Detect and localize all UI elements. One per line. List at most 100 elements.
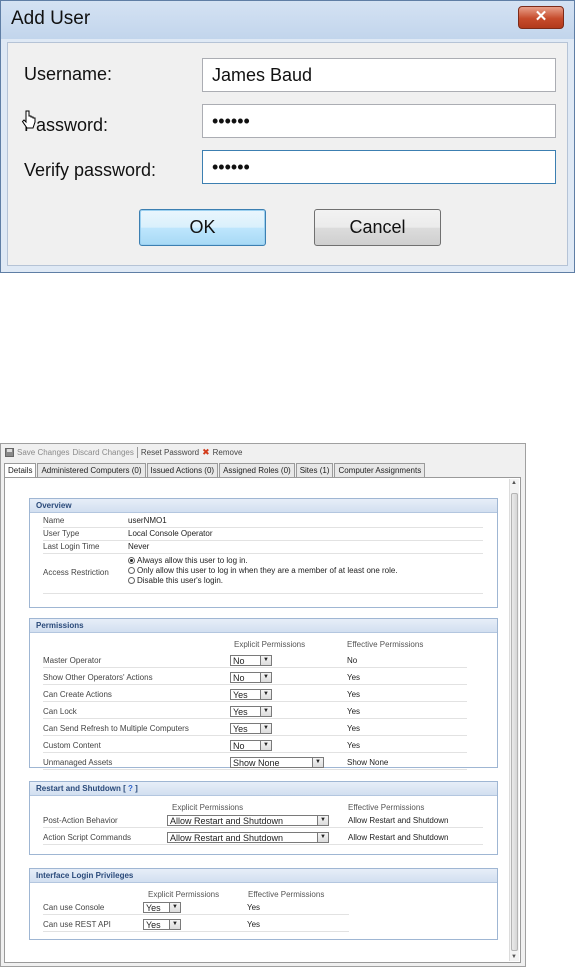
login-effective-header: Effective Permissions (248, 890, 325, 899)
select-value: No (233, 741, 245, 751)
permissions-row-can-lock: Can Lock Yes ▼ Yes (43, 705, 467, 719)
cancel-button[interactable]: Cancel (314, 209, 441, 246)
tab-issued-actions[interactable]: Issued Actions (0) (146, 463, 219, 477)
tab-assigned-roles[interactable]: Assigned Roles (0) (219, 463, 295, 477)
restart-effective-header: Effective Permissions (348, 803, 425, 812)
last-login-row: Last Login Time Never (43, 540, 483, 554)
last-login-value: Never (128, 542, 150, 551)
chevron-down-icon[interactable]: ▼ (260, 690, 271, 699)
ok-button[interactable]: OK (139, 209, 266, 246)
last-login-label: Last Login Time (43, 542, 100, 551)
radio-always[interactable] (128, 557, 135, 565)
permissions-explicit-select[interactable]: Show None ▼ (230, 757, 324, 768)
chevron-down-icon[interactable]: ▼ (317, 816, 328, 825)
restart-effective-value: Allow Restart and Shutdown (348, 816, 449, 825)
chevron-down-icon[interactable]: ▼ (260, 673, 271, 682)
select-value: Yes (233, 724, 248, 734)
scrollbar-thumb[interactable] (511, 493, 518, 951)
permissions-effective-value: Yes (347, 673, 361, 682)
select-value: Yes (146, 903, 161, 913)
restart-label: Action Script Commands (43, 833, 132, 842)
login-explicit-select[interactable]: Yes ▼ (143, 919, 181, 930)
chevron-down-icon[interactable]: ▼ (260, 724, 271, 733)
save-changes-button[interactable]: Save Changes (17, 448, 69, 457)
scroll-down-icon[interactable]: ▼ (511, 954, 517, 960)
remove-button[interactable]: Remove (213, 448, 243, 457)
radio-disable[interactable] (128, 577, 135, 585)
user-type-value: Local Console Operator (128, 529, 213, 538)
select-value: Allow Restart and Shutdown (170, 833, 284, 843)
dialog-title: Add User (11, 8, 91, 29)
permissions-explicit-select[interactable]: No ▼ (230, 655, 272, 666)
login-explicit-select[interactable]: Yes ▼ (143, 902, 181, 913)
help-link[interactable]: ? (128, 784, 133, 793)
permissions-explicit-select[interactable]: Yes ▼ (230, 689, 272, 700)
save-icon (5, 447, 14, 457)
permissions-effective-value: Yes (347, 707, 361, 716)
access-option-disable-label: Disable this user's login. (137, 576, 224, 585)
access-option-role[interactable]: Only allow this user to log in when they… (128, 566, 398, 576)
permissions-row-can-send-refresh-to-multiple-computers: Can Send Refresh to Multiple Computers Ye… (43, 722, 467, 736)
chevron-down-icon[interactable]: ▼ (317, 833, 328, 842)
permissions-label: Unmanaged Assets (43, 758, 113, 767)
discard-changes-button[interactable]: Discard Changes (72, 448, 133, 457)
tab-details[interactable]: Details (4, 463, 37, 477)
restart-label: Post-Action Behavior (43, 816, 118, 825)
login-label: Can use Console (43, 903, 105, 912)
permissions-explicit-select[interactable]: Yes ▼ (230, 723, 272, 734)
permissions-effective-value: Show None (347, 758, 389, 767)
permissions-effective-value: Yes (347, 724, 361, 733)
select-value: No (233, 656, 245, 666)
permissions-explicit-select[interactable]: No ▼ (230, 740, 272, 751)
select-value: Yes (233, 707, 248, 717)
restart-explicit-select[interactable]: Allow Restart and Shutdown ▼ (167, 815, 329, 826)
chevron-down-icon[interactable]: ▼ (169, 903, 180, 912)
permissions-explicit-select[interactable]: No ▼ (230, 672, 272, 683)
restart-shutdown-title: Restart and Shutdown (36, 784, 121, 793)
overview-header: Overview (30, 499, 497, 513)
username-field[interactable]: James Baud (202, 58, 556, 92)
user-details-panel: Save Changes Discard Changes Reset Passw… (0, 443, 526, 967)
select-value: No (233, 673, 245, 683)
chevron-down-icon[interactable]: ▼ (260, 741, 271, 750)
access-restriction-label: Access Restriction (43, 568, 109, 577)
permissions-effective-value: No (347, 656, 358, 665)
radio-role-only[interactable] (128, 567, 135, 575)
chevron-down-icon[interactable]: ▼ (260, 656, 271, 665)
close-icon[interactable]: ✕ (518, 6, 564, 29)
restart-explicit-header: Explicit Permissions (172, 803, 244, 812)
remove-icon: ✖ (202, 446, 210, 457)
permissions-effective-value: Yes (347, 741, 361, 750)
restart-row-post-action-behavior: Post-Action Behavior Allow Restart and Sh… (43, 814, 483, 828)
select-value: Allow Restart and Shutdown (170, 816, 284, 826)
tab-administered-computers[interactable]: Administered Computers (0) (37, 463, 146, 477)
permissions-label: Custom Content (43, 741, 101, 750)
chevron-down-icon[interactable]: ▼ (260, 707, 271, 716)
name-row: Name userNMO1 (43, 514, 483, 528)
permissions-label: Can Lock (43, 707, 77, 716)
permissions-label: Master Operator (43, 656, 102, 665)
access-option-disable[interactable]: Disable this user's login. (128, 576, 223, 586)
verify-password-field[interactable]: •••••• (202, 150, 556, 184)
dialog-body: Username: James Baud Password: •••••• Ve… (7, 42, 568, 266)
login-effective-value: Yes (247, 920, 261, 929)
chevron-down-icon[interactable]: ▼ (169, 920, 180, 929)
scroll-up-icon[interactable]: ▲ (511, 480, 517, 486)
username-label: Username: (24, 64, 113, 84)
permissions-explicit-header: Explicit Permissions (234, 640, 306, 649)
reset-password-button[interactable]: Reset Password (141, 448, 199, 457)
restart-explicit-select[interactable]: Allow Restart and Shutdown ▼ (167, 832, 329, 843)
restart-shutdown-section: Restart and Shutdown [ ? ] Explicit Perm… (29, 781, 498, 855)
tab-sites[interactable]: Sites (1) (295, 463, 334, 477)
password-field[interactable]: •••••• (202, 104, 556, 138)
login-effective-value: Yes (247, 903, 261, 912)
tab-computer-assignments[interactable]: Computer Assignments (334, 463, 426, 477)
access-option-role-label: Only allow this user to log in when they… (137, 566, 398, 575)
login-privileges-header: Interface Login Privileges (30, 869, 497, 883)
details-content: ▲ ▼ Overview Name userNMO1 User Type Loc… (4, 477, 521, 963)
permissions-explicit-select[interactable]: Yes ▼ (230, 706, 272, 717)
chevron-down-icon[interactable]: ▼ (312, 758, 323, 767)
vertical-scrollbar[interactable]: ▲ ▼ (509, 479, 519, 961)
select-value: Yes (233, 690, 248, 700)
access-option-always[interactable]: Always allow this user to log in. (128, 556, 248, 566)
